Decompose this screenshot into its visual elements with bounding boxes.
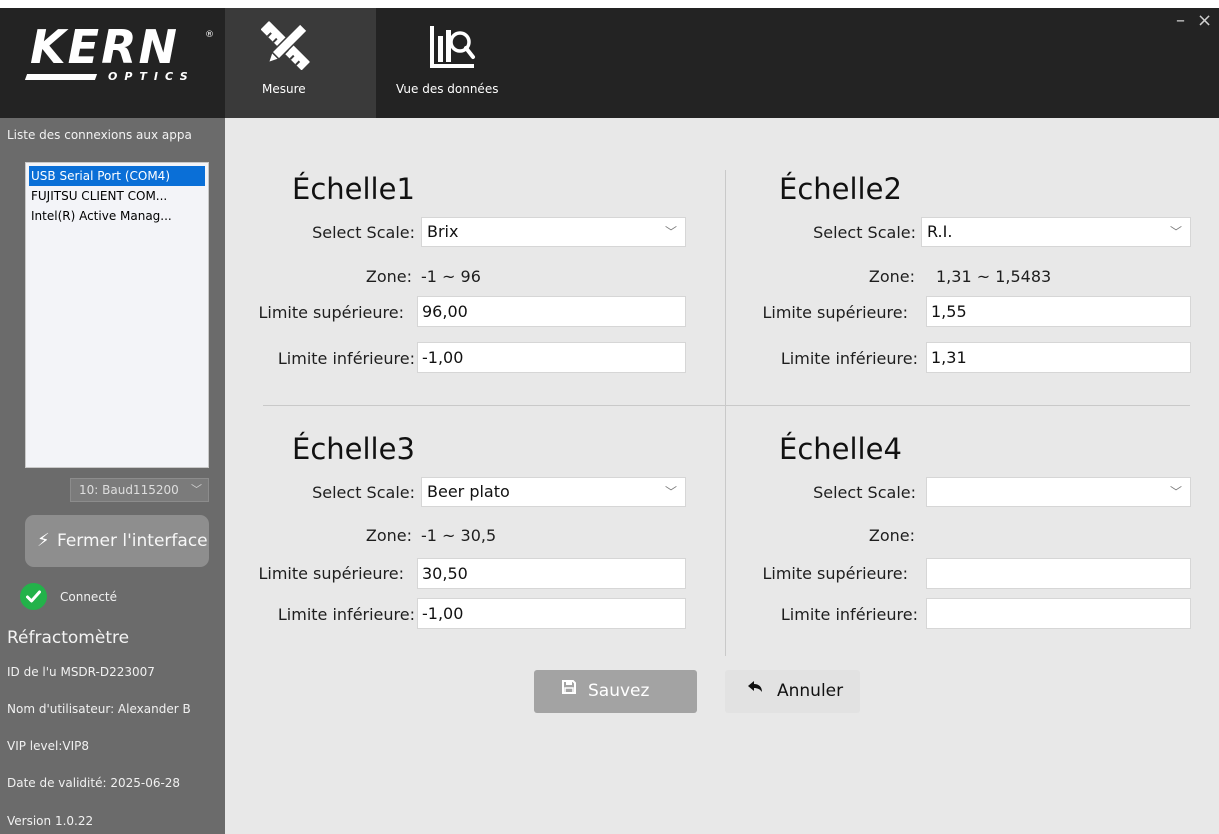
sidebar: KERN ® OPTICS Liste des connexions aux a… (0, 8, 225, 834)
select-scale-label: Select Scale: (813, 483, 916, 502)
connections-label: Liste des connexions aux appa (7, 128, 192, 142)
upper-limit-input[interactable] (926, 558, 1191, 589)
lower-limit-label: Limite inférieure: (277, 349, 415, 368)
scale-select[interactable]: R.I. ﹀ (921, 217, 1191, 247)
port-item[interactable]: FUJITSU CLIENT COM... (26, 186, 208, 206)
upper-limit-label: Limite supérieure: (258, 303, 404, 322)
baud-select[interactable]: 10: Baud115200 ﹀ (70, 478, 209, 502)
zone-label: Zone: (868, 526, 915, 545)
zone-label: Zone: (365, 267, 412, 286)
app-window: KERN ® OPTICS Liste des connexions aux a… (0, 8, 1219, 834)
tab-data-view[interactable]: Vue des données (376, 8, 526, 118)
tab-data-view-label: Vue des données (396, 82, 499, 96)
zone-label: Zone: (365, 526, 412, 545)
main-panel: Échelle1 Select Scale: Brix ﹀ Zone: -1 ~… (225, 118, 1219, 834)
scale-select-value: Beer plato (427, 482, 510, 501)
logo-registered: ® (205, 30, 214, 40)
close-interface-button[interactable]: ⚡ Fermer l'interface (25, 515, 209, 567)
upper-limit-input[interactable]: 30,50 (417, 558, 686, 589)
port-item[interactable]: USB Serial Port (COM4) (29, 166, 205, 186)
upper-limit-input[interactable]: 96,00 (417, 296, 686, 327)
select-scale-label: Select Scale: (813, 223, 916, 242)
zone-value: 1,31 ~ 1,5483 (936, 267, 1052, 286)
zone-value: -1 ~ 96 (421, 267, 481, 286)
scale-title: Échelle2 (779, 172, 902, 206)
chevron-down-icon: ﹀ (191, 483, 202, 496)
top-bar: Mesure Vue des données – × (225, 8, 1219, 118)
upper-limit-label: Limite supérieure: (762, 303, 908, 322)
tab-mesure[interactable]: Mesure (225, 8, 376, 118)
status-label: Connecté (60, 589, 117, 604)
chevron-down-icon: ﹀ (664, 225, 677, 239)
upper-limit-input[interactable]: 1,55 (926, 296, 1191, 327)
lower-limit-label: Limite inférieure: (277, 605, 415, 624)
lower-limit-input[interactable]: 1,31 (926, 342, 1191, 373)
validity-date: Date de validité: 2025-06-28 (7, 776, 181, 790)
device-title: Réfractomètre (7, 628, 130, 648)
chevron-down-icon: ﹀ (664, 485, 677, 499)
save-icon (562, 668, 576, 711)
lower-limit-label: Limite inférieure: (780, 605, 918, 624)
vip-level: VIP level:VIP8 (7, 739, 89, 753)
upper-limit-label: Limite supérieure: (258, 564, 404, 583)
scale-select[interactable]: ﹀ (926, 477, 1191, 507)
port-item[interactable]: Intel(R) Active Manag... (26, 206, 208, 226)
scale-title: Échelle3 (292, 432, 415, 466)
baud-value: 10: Baud115200 (79, 483, 179, 497)
chevron-down-icon: ﹀ (1169, 485, 1182, 499)
check-circle-icon (20, 583, 47, 610)
lower-limit-label: Limite inférieure: (780, 349, 918, 368)
scale-title: Échelle1 (292, 172, 415, 206)
cancel-button[interactable]: Annuler (725, 670, 860, 713)
scale-title: Échelle4 (779, 432, 902, 466)
vertical-divider (725, 170, 726, 656)
connection-status: Connecté (20, 583, 117, 610)
undo-icon (747, 668, 763, 711)
close-window-button[interactable]: × (1197, 10, 1212, 31)
scale-select-value: R.I. (927, 222, 953, 241)
select-scale-label: Select Scale: (312, 483, 415, 502)
version: Version 1.0.22 (7, 814, 94, 828)
cancel-label: Annuler (777, 681, 844, 701)
save-button[interactable]: Sauvez (534, 670, 697, 713)
horizontal-divider (263, 405, 1190, 406)
scale-select[interactable]: Brix ﹀ (421, 217, 686, 247)
logo-brand: KERN (30, 20, 179, 74)
lower-limit-input[interactable]: -1,00 (417, 342, 686, 373)
upper-limit-label: Limite supérieure: (762, 564, 908, 583)
scale-select[interactable]: Beer plato ﹀ (421, 477, 686, 507)
logo-sub: OPTICS (108, 70, 195, 83)
port-list[interactable]: USB Serial Port (COM4) FUJITSU CLIENT CO… (25, 162, 209, 468)
zone-label: Zone: (868, 267, 915, 286)
close-interface-label: Fermer l'interface (57, 531, 208, 551)
zone-value: -1 ~ 30,5 (421, 526, 497, 545)
logo-bar (24, 74, 98, 80)
chevron-down-icon: ﹀ (1169, 225, 1182, 239)
user-name: Nom d'utilisateur: Alexander B (7, 702, 191, 716)
lower-limit-input[interactable]: -1,00 (417, 598, 686, 629)
save-label: Sauvez (588, 681, 650, 701)
minimize-button[interactable]: – (1176, 10, 1185, 31)
device-id: ID de l'u MSDR-D223007 (7, 665, 155, 679)
scale-select-value: Brix (427, 222, 459, 241)
select-scale-label: Select Scale: (312, 223, 415, 242)
chart-search-icon (428, 24, 476, 76)
lightning-icon: ⚡ (37, 530, 50, 551)
lower-limit-input[interactable] (926, 598, 1191, 629)
ruler-pencil-icon (260, 20, 311, 74)
logo: KERN ® OPTICS (0, 8, 225, 118)
